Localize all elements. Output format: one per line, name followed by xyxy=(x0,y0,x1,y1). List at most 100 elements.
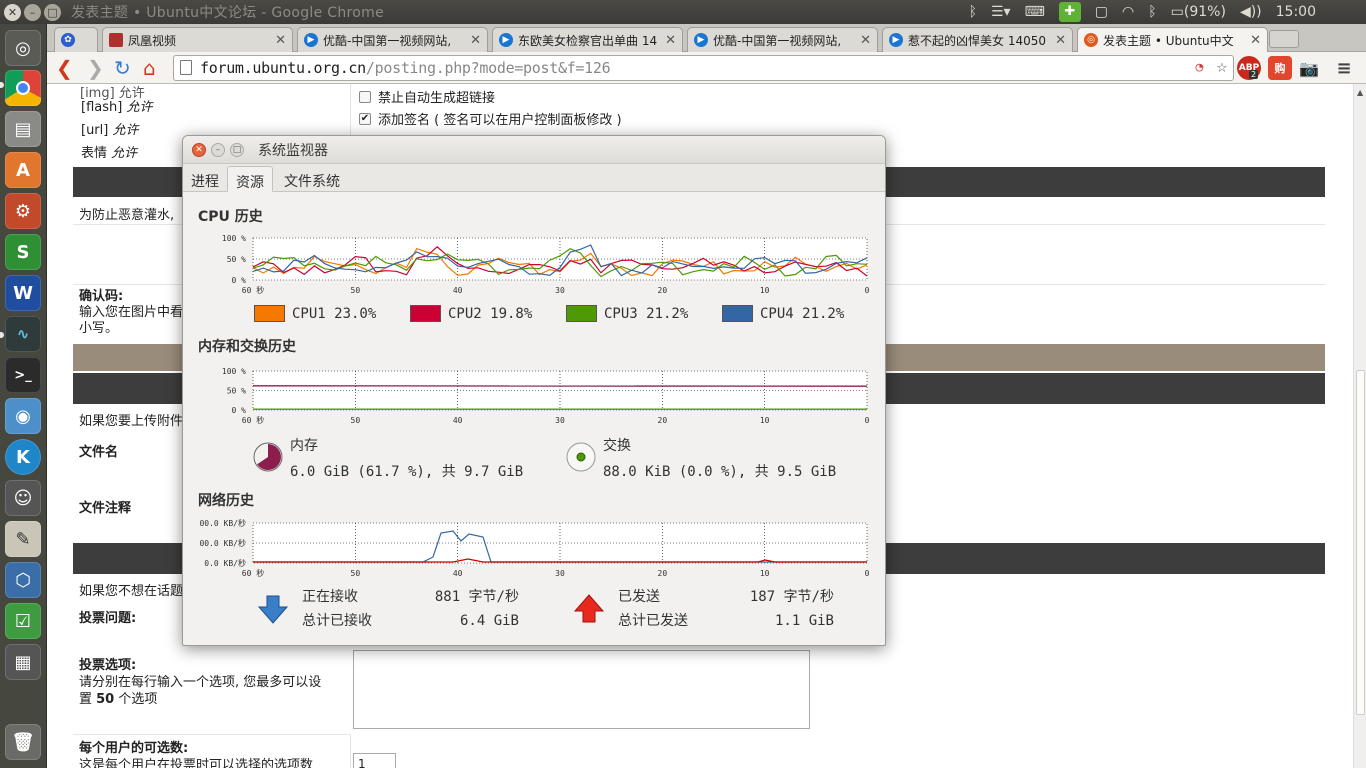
battery-icon[interactable]: ▭(91%) xyxy=(1171,4,1226,20)
tab-1[interactable]: ▶ 优酷-中国第一视频网站, ✕ xyxy=(297,27,488,52)
tab-close-icon[interactable]: ✕ xyxy=(1250,33,1261,48)
poll-question-label: 投票问题: xyxy=(79,611,137,626)
memory-pie-icon[interactable] xyxy=(252,441,284,473)
files-icon[interactable]: ▤ xyxy=(5,111,41,147)
mem-ytick: 50 % xyxy=(227,387,246,396)
net-ytick: 0.0 KB/秒 xyxy=(204,558,246,568)
system-monitor-icon[interactable]: ∿ xyxy=(5,316,41,352)
tab-close-icon[interactable]: ✕ xyxy=(665,33,676,48)
virtualbox-icon[interactable]: ⬡ xyxy=(5,562,41,598)
trash-icon[interactable]: 🗑 xyxy=(5,724,41,760)
terminal-icon[interactable]: >_ xyxy=(5,357,41,393)
battery-percent: (91%) xyxy=(1183,4,1226,20)
bluetooth-icon[interactable]: ᛒ xyxy=(969,4,977,20)
workspace-switcher-icon[interactable]: ▦ xyxy=(5,644,41,680)
spreadsheet-icon[interactable]: S xyxy=(5,234,41,270)
software-center-icon[interactable]: A xyxy=(5,152,41,188)
cpu-ytick: 50 % xyxy=(227,255,246,264)
shopping-icon[interactable]: 购 xyxy=(1268,56,1292,80)
reload-icon[interactable]: ↻ xyxy=(114,57,131,79)
chrome-menu-icon[interactable]: ≡ xyxy=(1332,56,1356,80)
tab-4[interactable]: ▶ 惹不起的凶悍美女 14050 ✕ xyxy=(882,27,1073,52)
dash-home-icon[interactable]: ◎ xyxy=(5,30,41,66)
filename-label: 文件名 xyxy=(79,445,119,460)
page-scrollbar[interactable]: ▲ xyxy=(1353,84,1366,768)
qq-icon[interactable]: ☺ xyxy=(5,480,41,516)
wifi-icon[interactable]: ◠ xyxy=(1122,4,1134,20)
cpu-xtick: 10 xyxy=(760,286,770,295)
max-choices-input[interactable]: 1 xyxy=(353,753,396,768)
maximize-window-button[interactable]: □ xyxy=(44,3,61,21)
checkbox[interactable] xyxy=(359,90,371,103)
tab-0[interactable]: 凤凰视频 ✕ xyxy=(102,27,293,52)
clipboard-icon[interactable]: ▢ xyxy=(1095,4,1108,20)
play-icon: ▶ xyxy=(694,33,708,47)
file-comment-label: 文件注释 xyxy=(79,501,132,516)
scroll-up-icon[interactable]: ▲ xyxy=(1357,88,1363,97)
tab-favicon xyxy=(109,33,123,47)
close-window-button[interactable]: ✕ xyxy=(4,3,21,21)
system-settings-icon[interactable]: ⚙ xyxy=(5,193,41,229)
tab-close-icon[interactable]: ✕ xyxy=(860,33,871,48)
network-receive-labels: 正在接收 总计已接收 xyxy=(302,589,372,629)
net-xtick: 20 xyxy=(658,569,668,578)
system-tray: ᛒ ☰▾ ⌨ ✚ ▢ ◠ ᛒ ▭(91%) ◀)) 15:00 xyxy=(969,2,1330,22)
max-choices-label: 每个用户的可选数: 这是每个用户在投票时可以选择的选项数 xyxy=(79,741,314,768)
window-title: 发表主题 • Ubuntu中文论坛 - Google Chrome xyxy=(71,5,384,21)
mem-xtick: 10 xyxy=(760,416,770,425)
translate-icon[interactable]: ◔ xyxy=(1195,56,1203,80)
address-bar[interactable]: forum.ubuntu.org.cn/posting.php?mode=pos… xyxy=(173,55,1234,81)
tab-3[interactable]: ▶ 优酷-中国第一视频网站, ✕ xyxy=(687,27,878,52)
cpu2-legend[interactable]: CPU2 19.8% xyxy=(410,305,532,322)
chromium-icon[interactable]: ◉ xyxy=(5,398,41,434)
cpu1-legend[interactable]: CPU1 23.0% xyxy=(254,305,376,322)
tab-close-icon[interactable]: ✕ xyxy=(470,33,481,48)
volume-icon[interactable]: ◀)) xyxy=(1240,4,1262,20)
ubuntu-logo-icon: ◎ xyxy=(1084,33,1098,47)
text-editor-icon[interactable]: ✎ xyxy=(5,521,41,557)
clock[interactable]: 15:00 xyxy=(1276,4,1316,20)
cpu-xtick: 50 xyxy=(351,286,361,295)
browser-tab-strip: ✿ 凤凰视频 ✕ ▶ 优酷-中国第一视频网站, ✕ ▶ 东欧美女检察官出单曲 14 ✕ ▶… xyxy=(47,24,1366,52)
keyboard-icon[interactable]: ⌨ xyxy=(1025,4,1045,20)
bluetooth-status-icon[interactable]: ᛒ xyxy=(1148,4,1156,20)
cpu-ytick: 100 % xyxy=(222,234,246,243)
tab-5-active[interactable]: ◎ 发表主题 • Ubuntu中文 ✕ xyxy=(1077,27,1268,52)
swap-pie-icon[interactable] xyxy=(565,441,597,473)
checkbox-checked[interactable]: ✔ xyxy=(359,112,371,125)
option-add-signature[interactable]: ✔ 添加签名 ( 签名可以在用户控制面板修改 ) xyxy=(359,109,622,128)
cpu-xtick: 30 xyxy=(555,286,565,295)
chrome-icon[interactable] xyxy=(5,70,41,106)
writer-icon[interactable]: W xyxy=(5,275,41,311)
mem-xtick: 30 xyxy=(555,416,565,425)
memory-info: 内存 6.0 GiB (61.7 %), 共 9.7 GiB xyxy=(290,438,524,480)
bookmark-star-icon[interactable]: ☆ xyxy=(1216,55,1227,79)
cpu4-legend[interactable]: CPU4 21.2% xyxy=(722,305,844,322)
forward-icon[interactable]: ❯ xyxy=(87,57,104,79)
back-icon[interactable]: ❮ xyxy=(56,57,73,79)
option-disable-links[interactable]: 禁止自动生成超链接 xyxy=(359,87,495,106)
unity-launcher: ◎ ▤ A ⚙ S W ∿ >_ ◉ K ☺ ✎ ⬡ ☑ ▦ 🗑 xyxy=(0,24,47,768)
bbcode-url: [url] 允许 xyxy=(81,123,139,138)
camera-icon[interactable]: 📷 xyxy=(1297,56,1321,80)
tab-close-icon[interactable]: ✕ xyxy=(275,33,286,48)
indicator-menu-icon[interactable]: ☰▾ xyxy=(991,4,1011,20)
tab-close-icon[interactable]: ✕ xyxy=(1055,33,1066,48)
scroll-thumb[interactable] xyxy=(1356,370,1365,715)
poll-options-label: 投票选项: 请分别在每行输入一个选项, 您最多可以设置 50 个选项 xyxy=(79,658,322,707)
minimize-window-button[interactable]: – xyxy=(24,3,41,21)
mem-xtick: 0 xyxy=(865,416,870,425)
net-xtick: 30 xyxy=(555,569,565,578)
cpu3-legend[interactable]: CPU3 21.2% xyxy=(566,305,688,322)
receive-arrow-icon xyxy=(258,595,289,624)
tab-2[interactable]: ▶ 东欧美女检察官出单曲 14 ✕ xyxy=(492,27,683,52)
memory-history-graph: 100 % 50 % 0 %60 秒 50 40 30 20 10 0 xyxy=(222,367,870,425)
kuaibo-icon[interactable]: K xyxy=(5,439,41,475)
new-tab-button[interactable] xyxy=(1269,30,1299,48)
task-app-icon[interactable]: ☑ xyxy=(5,603,41,639)
poll-options-textarea[interactable] xyxy=(353,650,810,729)
tab-pinned[interactable]: ✿ xyxy=(54,27,98,52)
home-icon[interactable]: ⌂ xyxy=(143,57,156,79)
app-indicator-icon[interactable]: ✚ xyxy=(1058,2,1081,22)
net-ytick: 00.0 KB/秒 xyxy=(199,518,246,528)
